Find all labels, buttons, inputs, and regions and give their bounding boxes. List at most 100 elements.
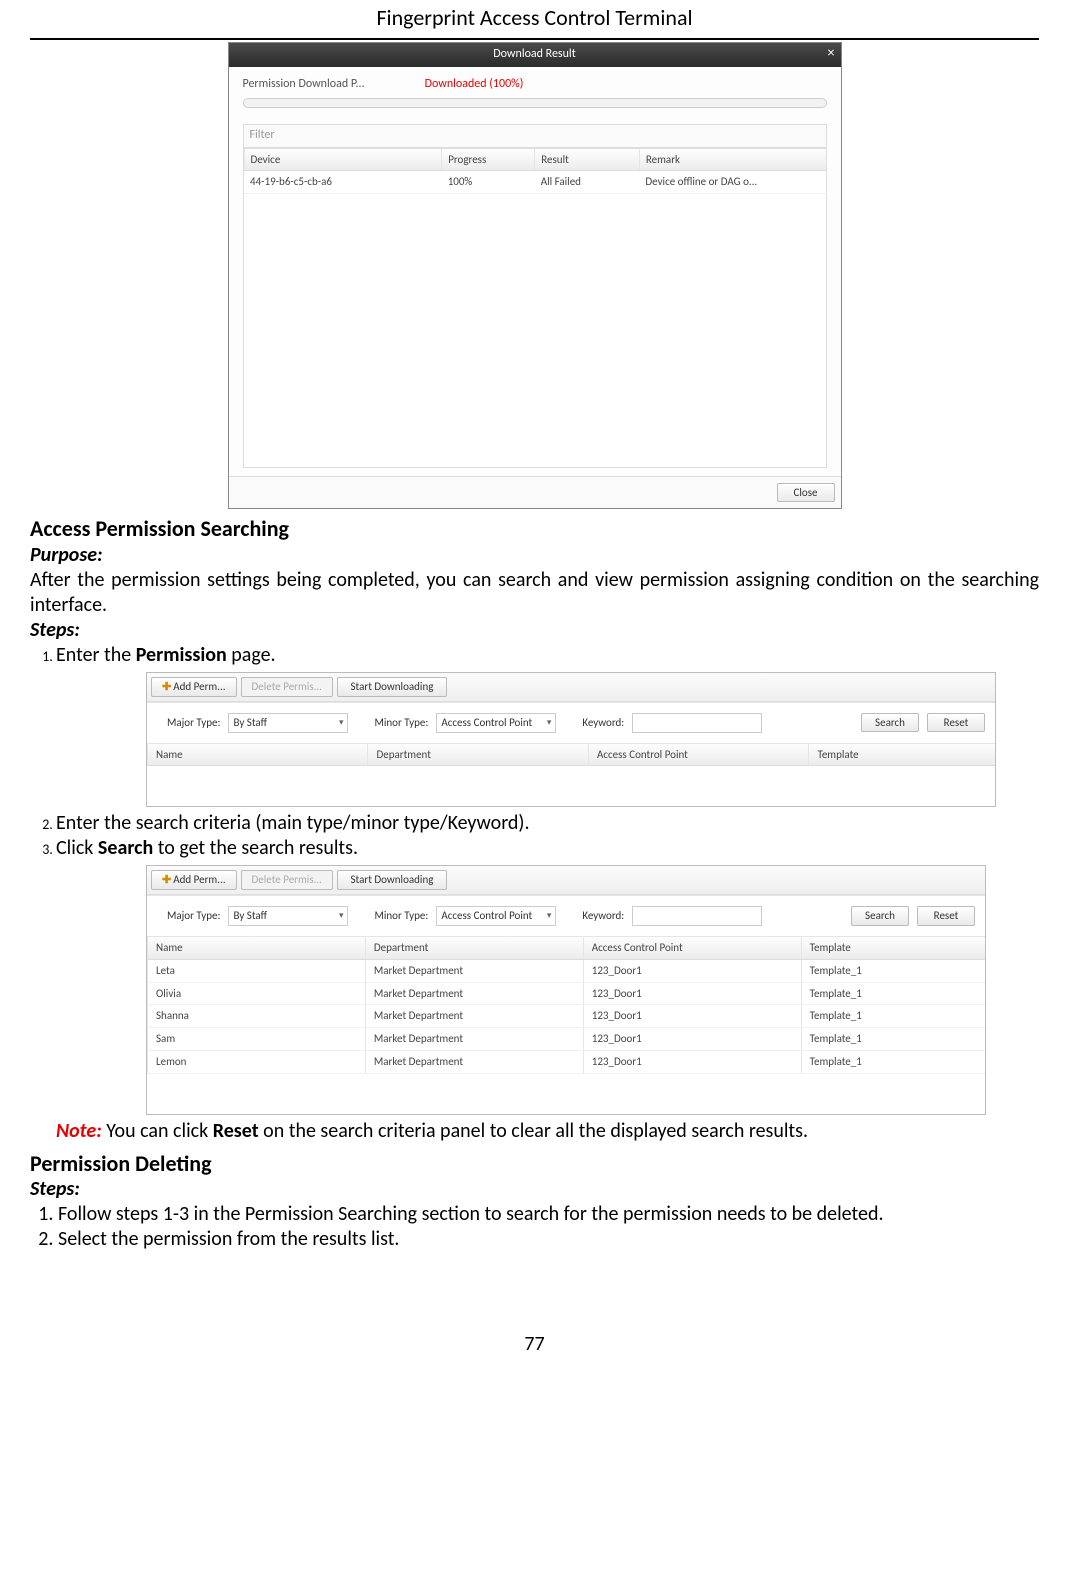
cell-tpl: Template_1 bbox=[801, 1028, 985, 1050]
cell-acp: 123_Door1 bbox=[583, 1005, 801, 1027]
page-title: Fingerprint Access Control Terminal bbox=[30, 0, 1039, 40]
col-result: Result bbox=[535, 149, 640, 171]
step-2: Enter the search criteria (main type/min… bbox=[56, 811, 1039, 836]
reset-button[interactable]: Reset bbox=[917, 906, 975, 926]
heading-permission-deleting: Permission Deleting bbox=[30, 1150, 1039, 1178]
chevron-down-icon: ▾ bbox=[339, 717, 344, 728]
keyword-label: Keyword: bbox=[582, 909, 624, 923]
minor-type-label: Minor Type: bbox=[374, 909, 428, 923]
col-tpl: Template bbox=[801, 937, 985, 959]
major-type-label: Major Type: bbox=[167, 716, 220, 730]
minor-type-select[interactable]: Access Control Point▾ bbox=[436, 906, 556, 926]
step-3: Click Search to get the search results. … bbox=[56, 836, 1039, 1143]
note-text-c: on the search criteria panel to clear al… bbox=[259, 1119, 808, 1143]
step-1: Enter the Permission page. ✚Add Perm... … bbox=[56, 643, 1039, 808]
col-tpl: Template bbox=[808, 744, 995, 766]
heading-access-permission-searching: Access Permission Searching bbox=[30, 515, 1039, 543]
table-row[interactable]: LetaMarket Department123_Door1Template_1 bbox=[147, 960, 985, 983]
download-result-dialog: Download Result × Permission Download P.… bbox=[228, 42, 842, 510]
steps-label: Steps: bbox=[30, 618, 1039, 643]
cell-name: Olivia bbox=[147, 983, 365, 1005]
purpose-text: After the permission settings being comp… bbox=[30, 568, 1039, 618]
cell-remark: Device offline or DAG o... bbox=[639, 171, 825, 194]
dialog-titlebar: Download Result × bbox=[229, 43, 841, 67]
page-number: 77 bbox=[30, 1332, 1039, 1357]
step-1-text-a: Enter the bbox=[56, 643, 136, 667]
major-type-select[interactable]: By Staff▾ bbox=[228, 906, 348, 926]
delete-step-1: Follow steps 1-3 in the Permission Searc… bbox=[58, 1202, 1039, 1227]
cell-dept: Market Department bbox=[365, 983, 583, 1005]
cell-acp: 123_Door1 bbox=[583, 960, 801, 982]
cell-tpl: Template_1 bbox=[801, 1051, 985, 1073]
cell-name: Leta bbox=[147, 960, 365, 982]
col-progress: Progress bbox=[442, 149, 535, 171]
cell-acp: 123_Door1 bbox=[583, 1051, 801, 1073]
cell-result: All Failed bbox=[535, 171, 640, 194]
cell-dept: Market Department bbox=[365, 1005, 583, 1027]
start-downloading-button[interactable]: Start Downloading bbox=[337, 677, 447, 697]
minor-type-select[interactable]: Access Control Point▾ bbox=[436, 713, 556, 733]
reset-button[interactable]: Reset bbox=[927, 713, 985, 733]
dialog-title: Download Result bbox=[493, 47, 575, 62]
delete-step-2: Select the permission from the results l… bbox=[58, 1227, 1039, 1252]
col-dept: Department bbox=[367, 744, 587, 766]
col-acp: Access Control Point bbox=[588, 744, 808, 766]
cell-device: 44-19-b6-c5-cb-a6 bbox=[244, 171, 442, 194]
delete-permission-button[interactable]: Delete Permis... bbox=[241, 870, 333, 890]
download-status: Downloaded (100%) bbox=[425, 77, 524, 92]
delete-permission-button[interactable]: Delete Permis... bbox=[241, 677, 333, 697]
table-row[interactable]: OliviaMarket Department123_Door1Template… bbox=[147, 983, 985, 1006]
chevron-down-icon: ▾ bbox=[339, 910, 344, 921]
cell-dept: Market Department bbox=[365, 1051, 583, 1073]
note-text-a: You can click bbox=[102, 1119, 213, 1143]
add-permission-button[interactable]: ✚Add Perm... bbox=[151, 677, 237, 697]
cell-acp: 123_Door1 bbox=[583, 1028, 801, 1050]
close-icon[interactable]: × bbox=[828, 46, 835, 60]
plus-icon: ✚ bbox=[162, 680, 171, 693]
keyword-label: Keyword: bbox=[582, 716, 624, 730]
progress-bar bbox=[243, 98, 827, 108]
step-1-text-b: Permission bbox=[136, 643, 227, 667]
cell-tpl: Template_1 bbox=[801, 1005, 985, 1027]
cell-dept: Market Department bbox=[365, 1028, 583, 1050]
search-button[interactable]: Search bbox=[851, 906, 909, 926]
table-row[interactable]: ShannaMarket Department123_Door1Template… bbox=[147, 1005, 985, 1028]
cell-name: Sam bbox=[147, 1028, 365, 1050]
perm-download-label: Permission Download P... bbox=[243, 77, 365, 92]
table-row[interactable]: 44-19-b6-c5-cb-a6 100% All Failed Device… bbox=[244, 171, 826, 194]
cell-dept: Market Department bbox=[365, 960, 583, 982]
chevron-down-icon: ▾ bbox=[547, 717, 552, 728]
col-device: Device bbox=[244, 149, 442, 171]
table-row[interactable]: SamMarket Department123_Door1Template_1 bbox=[147, 1028, 985, 1051]
minor-type-label: Minor Type: bbox=[374, 716, 428, 730]
keyword-input[interactable] bbox=[632, 713, 762, 733]
major-type-select[interactable]: By Staff▾ bbox=[228, 713, 348, 733]
step-3-text-b: Search bbox=[98, 836, 153, 860]
col-acp: Access Control Point bbox=[583, 937, 801, 959]
chevron-down-icon: ▾ bbox=[547, 910, 552, 921]
start-downloading-button[interactable]: Start Downloading bbox=[337, 870, 447, 890]
keyword-input[interactable] bbox=[632, 906, 762, 926]
note-label: Note: bbox=[56, 1119, 102, 1143]
step-3-text-a: Click bbox=[56, 836, 98, 860]
table-row[interactable]: LemonMarket Department123_Door1Template_… bbox=[147, 1051, 985, 1074]
col-name: Name bbox=[147, 937, 365, 959]
purpose-label: Purpose: bbox=[30, 543, 1039, 568]
cell-name: Lemon bbox=[147, 1051, 365, 1073]
search-button[interactable]: Search bbox=[861, 713, 919, 733]
step-3-text-c: to get the search results. bbox=[153, 836, 358, 860]
add-permission-button[interactable]: ✚Add Perm... bbox=[151, 870, 237, 890]
cell-progress: 100% bbox=[442, 171, 535, 194]
cell-tpl: Template_1 bbox=[801, 983, 985, 1005]
filter-input[interactable]: Filter bbox=[243, 124, 827, 148]
major-type-label: Major Type: bbox=[167, 909, 220, 923]
step-1-text-c: page. bbox=[227, 643, 276, 667]
cell-tpl: Template_1 bbox=[801, 960, 985, 982]
permission-panel-empty: ✚Add Perm... Delete Permis... Start Down… bbox=[146, 672, 996, 808]
cell-name: Shanna bbox=[147, 1005, 365, 1027]
cell-acp: 123_Door1 bbox=[583, 983, 801, 1005]
col-dept: Department bbox=[365, 937, 583, 959]
col-name: Name bbox=[147, 744, 367, 766]
result-table: Device Progress Result Remark 44-19-b6-c… bbox=[244, 149, 826, 195]
close-button[interactable]: Close bbox=[777, 483, 835, 503]
